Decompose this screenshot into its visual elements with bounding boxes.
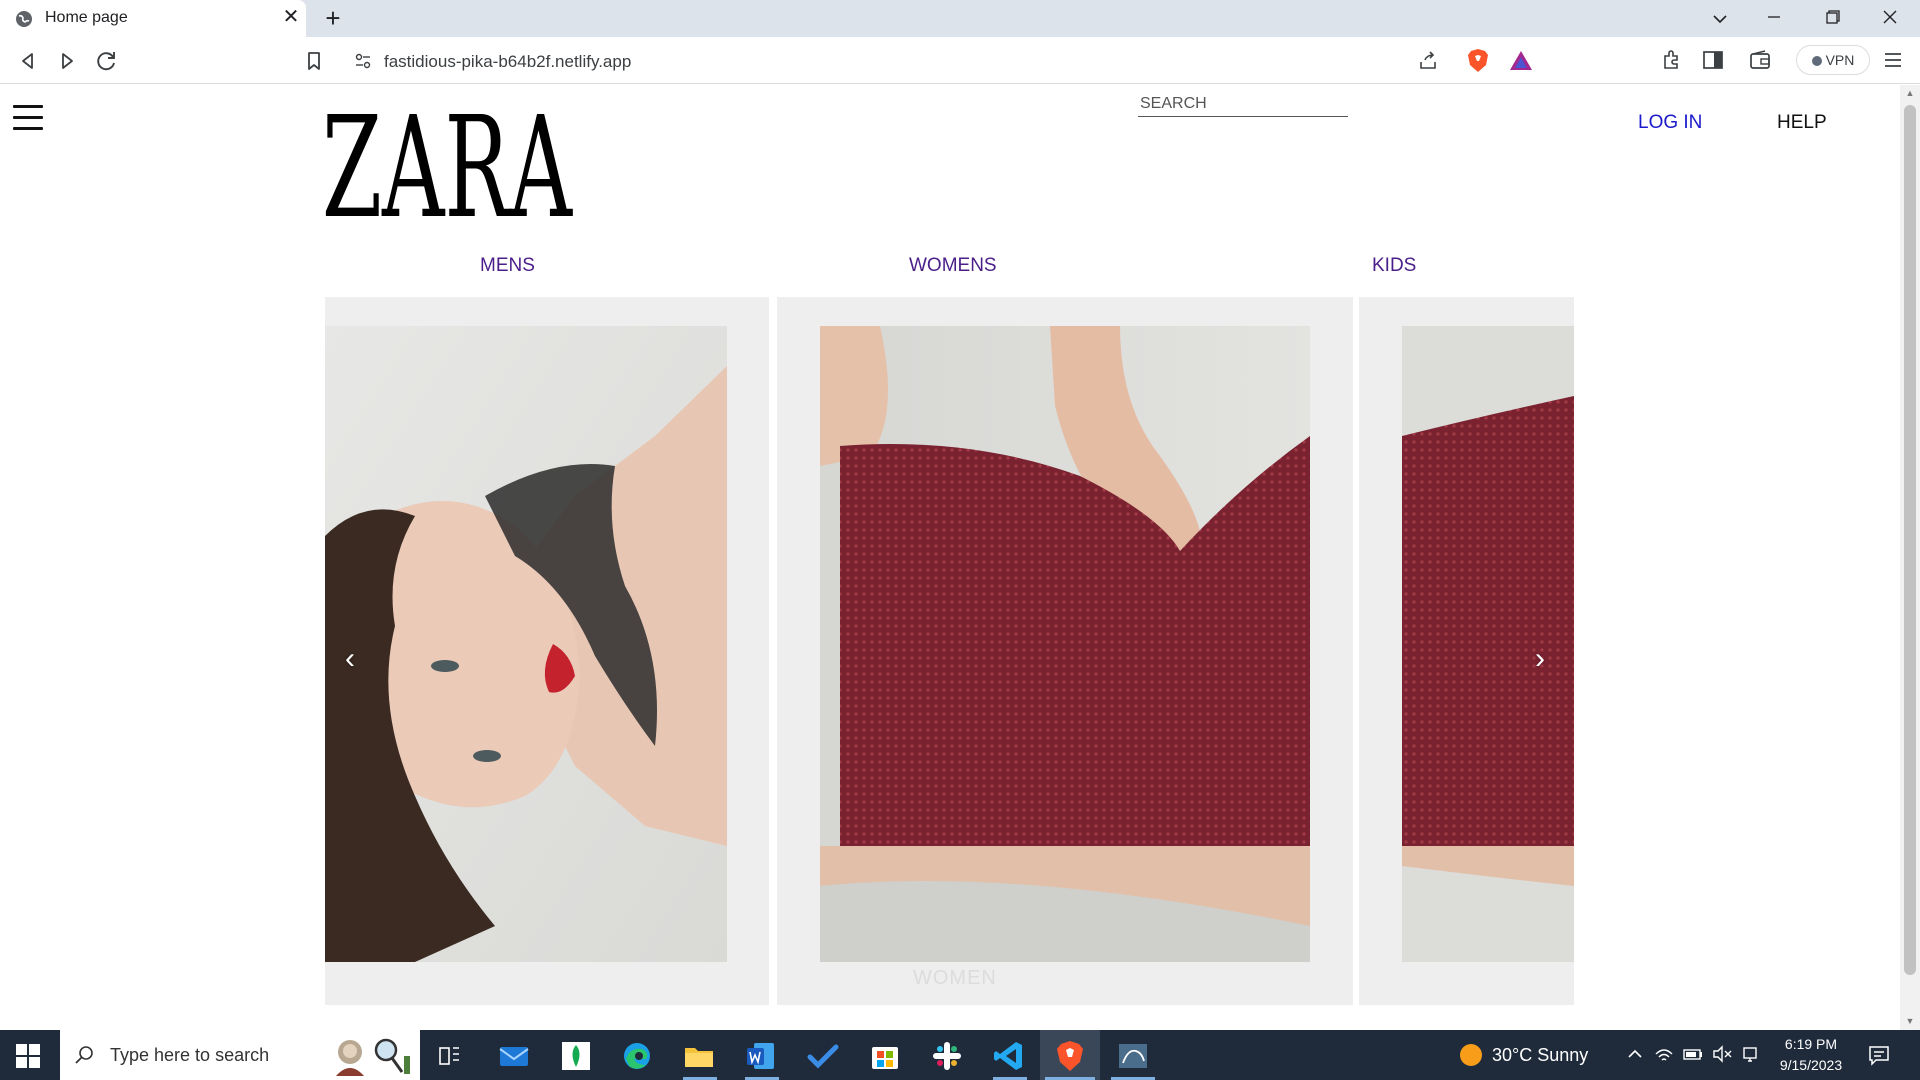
system-clock[interactable]: 6:19 PM 9/15/2023 — [1766, 1034, 1856, 1076]
vpn-button[interactable]: VPN — [1796, 45, 1870, 75]
file-explorer-icon[interactable] — [682, 1039, 716, 1073]
mysql-workbench-icon[interactable] — [1116, 1039, 1150, 1073]
zara-logo[interactable]: ZARA — [322, 111, 574, 221]
slack-app-icon[interactable] — [930, 1039, 964, 1073]
url-text: fastidious-pika-b64b2f.netlify.app — [384, 52, 632, 71]
slide-caption: WOMEN — [913, 967, 997, 989]
task-view-icon[interactable] — [432, 1039, 466, 1073]
tab-search-chevron-icon[interactable] — [1700, 4, 1740, 32]
sequin-dress-image — [820, 326, 1310, 962]
brave-rewards-icon[interactable] — [1509, 49, 1533, 73]
sequin-dress-image-partial — [1402, 326, 1574, 962]
mail-app-icon[interactable] — [497, 1039, 531, 1073]
browser-tab-strip: Home page ✕ + — [0, 0, 1920, 37]
browser-toolbar: fastidious-pika-b64b2f.netlify.app VPN — [0, 37, 1920, 84]
mongodb-compass-icon[interactable] — [559, 1039, 593, 1073]
battery-icon[interactable] — [1682, 1043, 1704, 1065]
wifi-icon[interactable] — [1653, 1043, 1675, 1065]
wallet-icon[interactable] — [1747, 47, 1773, 73]
windows-start-icon[interactable] — [16, 1044, 40, 1068]
scrollbar-thumb[interactable] — [1904, 105, 1916, 975]
address-bar[interactable]: fastidious-pika-b64b2f.netlify.app — [342, 44, 1544, 78]
search-highlight-icon — [336, 1038, 410, 1076]
bookmark-icon[interactable] — [300, 47, 328, 75]
back-icon[interactable] — [14, 47, 42, 75]
volume-muted-icon[interactable] — [1711, 1043, 1733, 1065]
nav-category-mens[interactable]: MENS — [480, 255, 535, 277]
tab-title: Home page — [45, 9, 128, 26]
clock-time: 6:19 PM — [1784, 1036, 1838, 1052]
edge-browser-icon[interactable] — [620, 1039, 654, 1073]
notifications-icon[interactable] — [1866, 1042, 1892, 1068]
vpn-label: VPN — [1825, 52, 1855, 68]
forward-icon[interactable] — [53, 47, 81, 75]
carousel-slide-3[interactable]: › — [1359, 297, 1574, 1005]
nav-category-kids[interactable]: KIDS — [1372, 255, 1416, 277]
window-close-icon[interactable] — [1870, 4, 1910, 32]
browser-tab[interactable]: Home page ✕ — [0, 0, 306, 37]
brave-shields-icon[interactable] — [1466, 48, 1490, 74]
model-portrait-image — [325, 326, 727, 962]
show-hidden-icons-icon[interactable] — [1624, 1043, 1646, 1065]
logo-text: ZARA — [322, 111, 573, 221]
search-icon — [75, 1046, 93, 1064]
word-app-icon[interactable] — [744, 1039, 778, 1073]
extensions-icon[interactable] — [1659, 47, 1685, 73]
reload-icon[interactable] — [93, 47, 121, 75]
carousel-slide-1[interactable]: ‹ — [325, 297, 769, 1005]
device-icon[interactable] — [1740, 1043, 1762, 1065]
minimize-icon[interactable] — [1754, 4, 1794, 32]
restore-icon[interactable] — [1813, 4, 1853, 32]
brave-browser-icon[interactable] — [1053, 1039, 1087, 1073]
globe-icon — [16, 11, 32, 27]
vscode-app-icon[interactable] — [992, 1039, 1026, 1073]
share-icon[interactable] — [1417, 50, 1439, 72]
web-page: ZARA LOG IN HELP MENS WOMENS KIDS — [0, 85, 1900, 1030]
sun-icon — [1460, 1044, 1482, 1066]
microsoft-store-icon[interactable] — [868, 1039, 902, 1073]
carousel-slide-2[interactable]: WOMEN — [777, 297, 1353, 1005]
sidebar-icon[interactable] — [1700, 47, 1726, 73]
nav-category-womens[interactable]: WOMENS — [909, 255, 997, 277]
clock-date: 9/15/2023 — [1779, 1057, 1843, 1073]
weather-text: 30°C Sunny — [1492, 1045, 1589, 1065]
vpn-status-icon — [1811, 56, 1822, 66]
carousel-prev-button[interactable]: ‹ — [345, 642, 355, 676]
search-input[interactable] — [1138, 91, 1348, 117]
taskbar-search-box[interactable]: Type here to search — [60, 1030, 420, 1080]
site-settings-icon[interactable] — [354, 52, 372, 70]
weather-widget[interactable]: 30°C Sunny — [1460, 1044, 1588, 1066]
login-link[interactable]: LOG IN — [1638, 112, 1702, 134]
scroll-down-icon[interactable]: ▼ — [1904, 1016, 1916, 1026]
todo-app-icon[interactable] — [806, 1039, 840, 1073]
windows-taskbar: Type here to search 30°C Sunny 6:19 PM 9… — [0, 1030, 1920, 1080]
scroll-up-icon[interactable]: ▲ — [1904, 88, 1916, 98]
hamburger-menu-icon[interactable] — [13, 105, 43, 135]
carousel-next-button[interactable]: › — [1535, 642, 1545, 676]
tab-close-icon[interactable]: ✕ — [280, 6, 302, 28]
menu-icon[interactable] — [1880, 47, 1906, 73]
help-link[interactable]: HELP — [1777, 112, 1827, 134]
new-tab-icon[interactable]: + — [320, 4, 346, 32]
taskbar-search-placeholder: Type here to search — [110, 1045, 270, 1065]
